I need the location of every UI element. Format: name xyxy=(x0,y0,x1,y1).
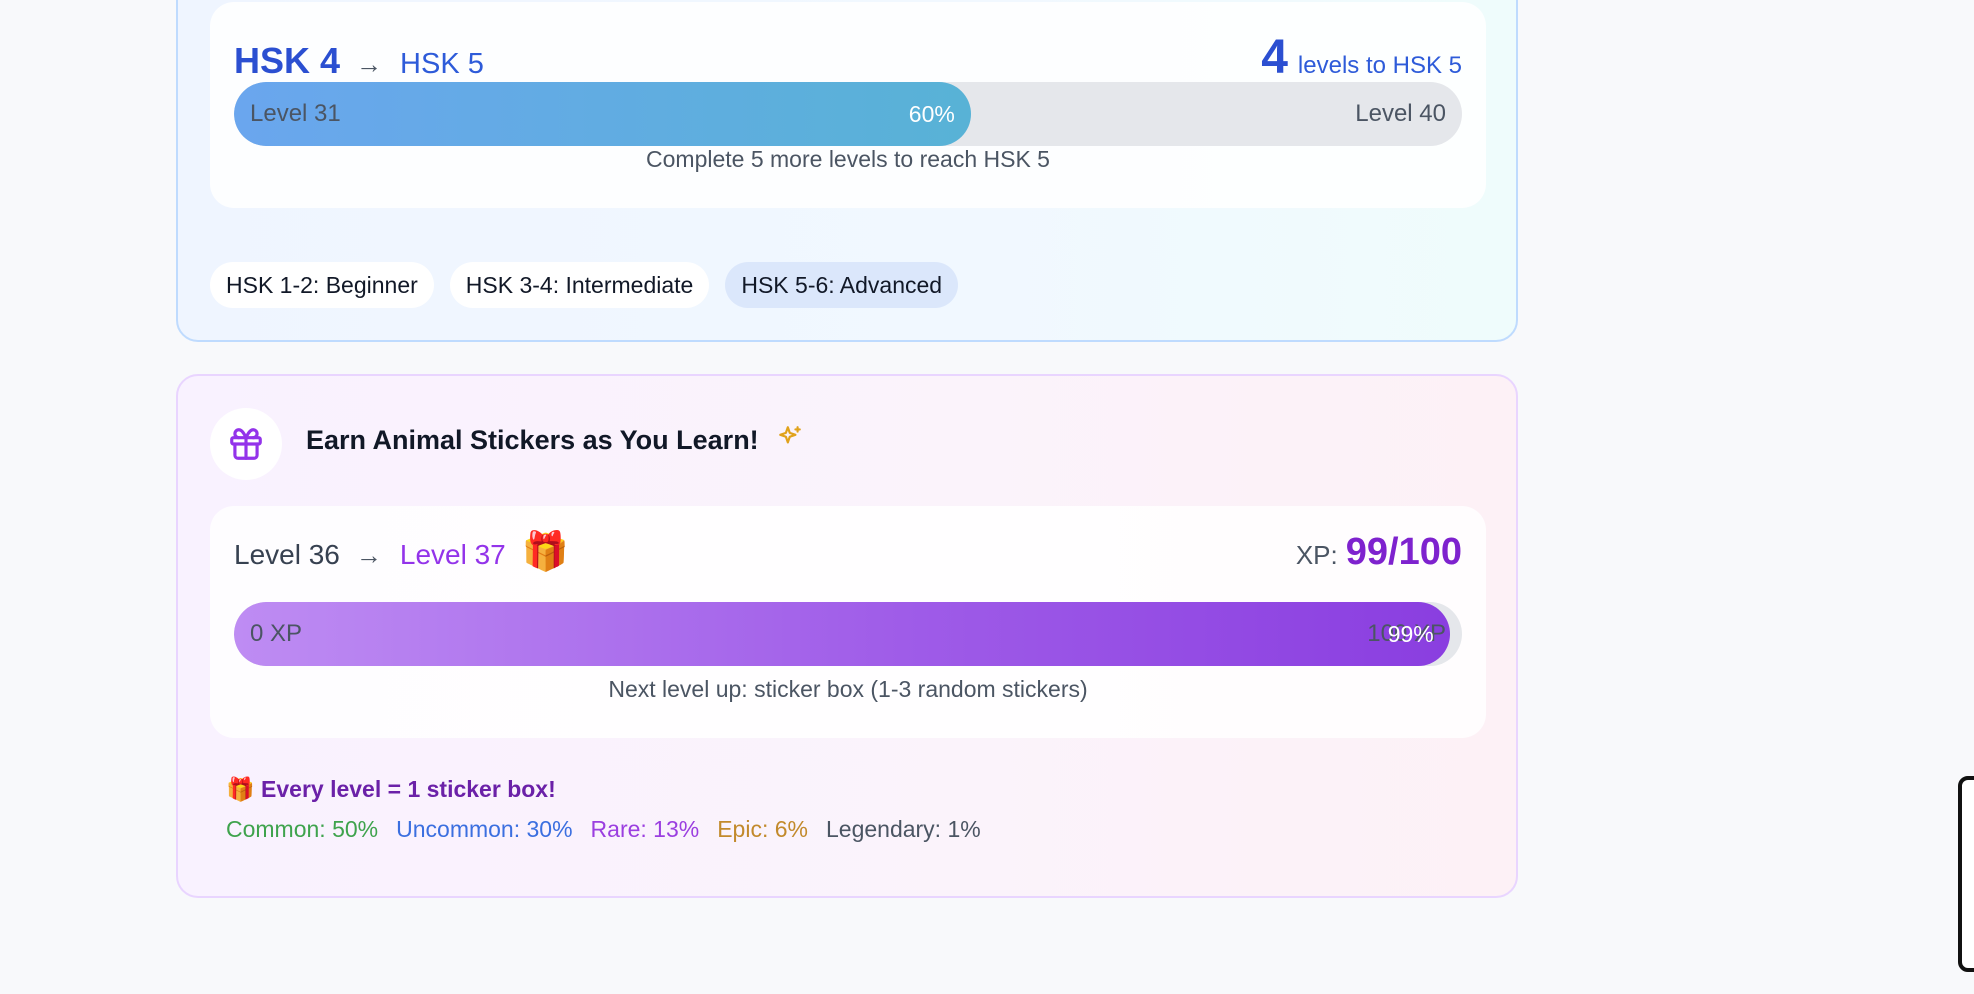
hsk-progress-panel: HSK 4 → HSK 5 4 levels to HSK 5 Level 31… xyxy=(210,2,1486,208)
xp-progress-fill xyxy=(234,602,1450,666)
rarity-common: Common: 50% xyxy=(226,816,379,842)
rarity-legendary: Legendary: 1% xyxy=(825,816,981,842)
floating-widget-edge[interactable] xyxy=(1958,776,1974,972)
hsk-progress-card: HSK 4 → HSK 5 4 levels to HSK 5 Level 31… xyxy=(176,0,1518,342)
sticker-title-row: Earn Animal Stickers as You Learn! xyxy=(306,424,803,457)
xp-caption: Next level up: sticker box (1-3 random s… xyxy=(608,676,1088,702)
progress-end-label: Level 40 xyxy=(1355,100,1446,127)
xp-header-row: Level 36 → Level 37 🎁 XP: 99/100 xyxy=(234,530,1462,574)
xp-label: XP: xyxy=(1295,540,1338,570)
sticker-rewards-card: Earn Animal Stickers as You Learn! Level… xyxy=(176,374,1518,898)
next-level: Level 37 xyxy=(399,539,506,570)
progress-start-label: Level 31 xyxy=(250,100,341,127)
rarity-list: Common: 50% Uncommon: 30% Rare: 13% Epic… xyxy=(226,816,981,843)
rarity-uncommon: Uncommon: 30% xyxy=(396,816,573,842)
rarity-epic: Epic: 6% xyxy=(717,816,808,842)
rarity-rare: Rare: 13% xyxy=(590,816,700,842)
sticker-box-note: 🎁 Every level = 1 sticker box! xyxy=(226,776,556,802)
hsk-header-row: HSK 4 → HSK 5 4 levels to HSK 5 xyxy=(234,30,1462,85)
sticker-title: Earn Animal Stickers as You Learn! xyxy=(306,425,759,455)
hsk-tier-tags: HSK 1-2: Beginner HSK 3-4: Intermediate … xyxy=(210,262,959,308)
tag-advanced: HSK 5-6: Advanced xyxy=(725,262,959,308)
gift-emoji-icon: 🎁 xyxy=(521,531,570,573)
sparkles-icon xyxy=(777,424,803,457)
gift-icon xyxy=(210,408,282,480)
hsk-current-level: HSK 4 xyxy=(234,40,341,81)
xp-progress-panel: Level 36 → Level 37 🎁 XP: 99/100 0 XP 10… xyxy=(210,506,1486,738)
tag-beginner: HSK 1-2: Beginner xyxy=(210,262,434,308)
hsk-next-level: HSK 5 xyxy=(400,48,484,80)
xp-value: 99/100 xyxy=(1345,531,1462,573)
xp-start-label: 0 XP xyxy=(250,620,303,647)
arrow-right-icon: → xyxy=(356,49,383,79)
xp-progress-bar: 0 XP 100 XP 99% xyxy=(234,602,1462,666)
hsk-progress-fill xyxy=(234,82,971,146)
levels-remaining-count: 4 xyxy=(1261,31,1288,84)
levels-remaining-label: levels to HSK 5 xyxy=(1297,52,1462,79)
current-level: Level 36 xyxy=(234,539,340,570)
progress-percent: 60% xyxy=(908,101,955,127)
hsk-progress-caption: Complete 5 more levels to reach HSK 5 xyxy=(646,146,1050,172)
xp-percent: 99% xyxy=(1387,621,1434,647)
tag-intermediate: HSK 3-4: Intermediate xyxy=(449,262,710,308)
hsk-progress-bar: Level 31 60% Level 40 xyxy=(234,82,1462,146)
arrow-right-icon: → xyxy=(355,540,382,570)
